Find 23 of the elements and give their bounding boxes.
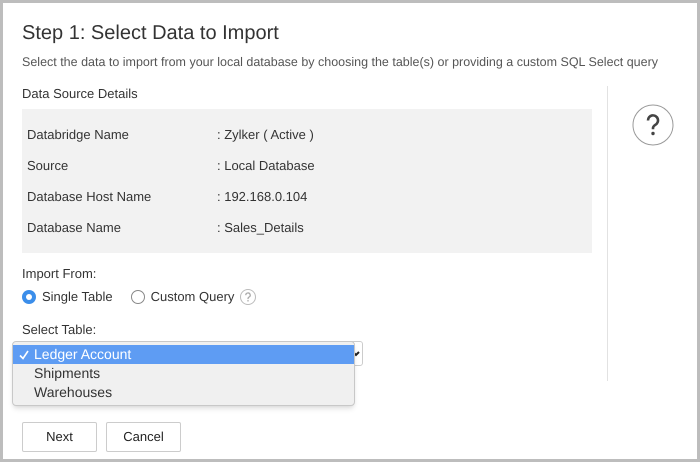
- radio-label[interactable]: Single Table: [42, 287, 113, 306]
- section-heading: Data Source Details: [22, 85, 138, 103]
- detail-label: Database Host Name: [27, 188, 152, 204]
- radio-label[interactable]: Custom Query: [150, 287, 234, 306]
- radio-button[interactable]: [22, 290, 36, 304]
- detail-label: Database Name: [27, 220, 121, 235]
- radio-button[interactable]: [130, 290, 145, 304]
- dialog-button[interactable]: Cancel: [106, 422, 181, 452]
- menu-item[interactable]: Shipments: [13, 364, 354, 383]
- detail-label: Databridge Name: [27, 126, 129, 142]
- help-icon[interactable]: [632, 104, 674, 146]
- detail-value: : Zylker ( Active ): [217, 126, 314, 144]
- detail-value: : Local Database: [217, 156, 315, 175]
- dialog-button[interactable]: Next: [22, 422, 97, 452]
- description-text: Select the data to import from your local database by choosing the table(s) or providing a custom SQL Select query: [22, 54, 658, 71]
- field-label: Select Table:: [22, 320, 96, 338]
- detail-label: Source: [27, 158, 68, 173]
- check-icon: [18, 350, 28, 360]
- detail-value: : 192.168.0.104: [217, 188, 308, 206]
- detail-value: : Sales_Details: [217, 218, 304, 237]
- menu-item[interactable]: Warehouses: [13, 383, 354, 402]
- page-title: Step 1: Select Data to Import: [22, 21, 279, 46]
- field-label: Import From:: [22, 265, 96, 283]
